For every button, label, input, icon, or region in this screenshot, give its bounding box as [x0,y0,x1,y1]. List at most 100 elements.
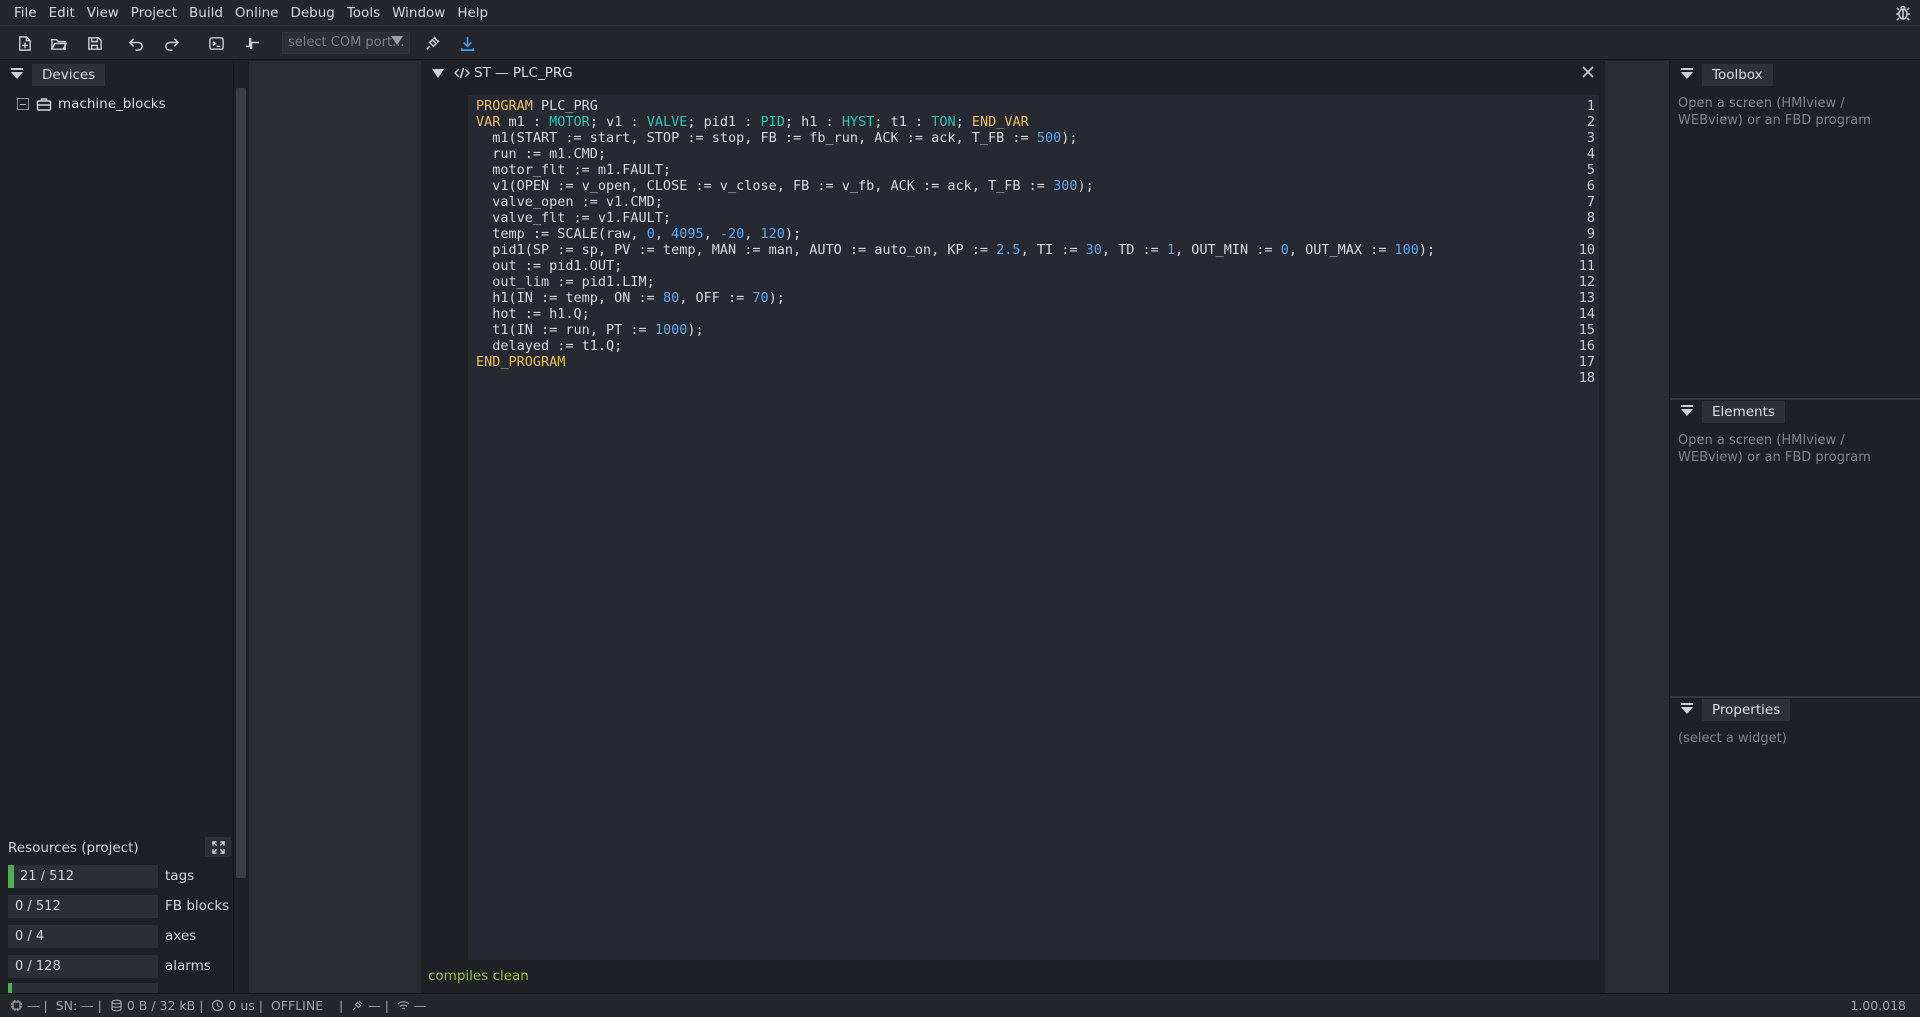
code-line[interactable]: pid1(SP := sp, PV := temp, MAN := man, A… [476,242,1435,258]
close-icon[interactable] [1581,65,1595,79]
redo-icon[interactable] [159,31,183,55]
menu-online[interactable]: Online [229,0,285,26]
properties-header: Properties [1670,698,1920,722]
devices-scrollbar[interactable] [236,88,246,878]
save-icon[interactable] [82,31,106,55]
collapse-icon[interactable] [1680,703,1694,717]
devices-header: Devices [0,63,106,87]
tree-item-machine-blocks[interactable]: machine_blocks [17,94,166,114]
editor-header: ST — PLC_PRG [421,63,573,83]
line-number: 1 [1586,98,1595,114]
resource-usage-bar [8,865,14,888]
line-number: 2 [1586,114,1595,130]
code-token: ); [1061,130,1078,146]
code-line[interactable]: END_PROGRAM [476,354,565,370]
st-editor-panel: ST — PLC_PRG compiles clean 1 2 3 4 5 6 7 8 9 10 1… [421,61,1605,993]
resource-label: alarms [165,958,211,974]
menu-debug[interactable]: Debug [284,0,340,26]
code-token: h1(IN := temp, ON := [476,290,663,306]
line-number-gutter [421,95,468,960]
status-memory-value: 0 B / 32 kB [126,998,196,1013]
menu-build[interactable]: Build [183,0,229,26]
code-token: ); [687,322,704,338]
menu-project[interactable]: Project [125,0,183,26]
resource-row-tags: 21 / 512 tags [0,865,234,889]
status-memory: 0 B / 32 kB [110,998,195,1013]
code-token: ; t1 : [874,114,932,130]
connect-plug-icon[interactable] [420,31,444,55]
code-line[interactable]: v1(OPEN := v_open, CLOSE := v_close, FB … [476,178,1093,194]
new-file-icon[interactable] [12,31,36,55]
code-line[interactable]: t1(IN := run, PT := 1000); [476,322,704,338]
signal-step-icon[interactable] [240,31,264,55]
code-line[interactable]: motor_flt := m1.FAULT; [476,162,671,178]
code-line[interactable]: out := pid1.OUT; [476,258,622,274]
workspace-background [1605,61,1669,993]
keyword-token: END_VAR [971,114,1029,130]
editor-title: ST — PLC_PRG [474,65,573,81]
collapse-icon[interactable] [10,68,24,82]
elements-tab[interactable]: Elements [1702,401,1785,423]
number-token: 30 [1085,242,1102,258]
bug-icon[interactable] [1894,4,1912,22]
code-token: , [703,226,720,242]
collapse-icon[interactable] [1680,68,1694,82]
code-line[interactable]: delayed := t1.Q; [476,338,622,354]
code-token: , TI := [1020,242,1086,258]
code-line[interactable]: PROGRAM PLC_PRG [476,98,598,114]
collapse-icon[interactable] [1680,405,1694,419]
line-number: 3 [1586,130,1595,146]
menu-file[interactable]: File [8,0,43,26]
expand-icon[interactable] [205,837,231,857]
code-token: ); [1418,242,1436,258]
code-token: ; pid1 : [687,114,761,130]
open-folder-icon[interactable] [46,31,70,55]
menu-tools[interactable]: Tools [341,0,386,26]
code-token: t1(IN := run, PT := [476,322,655,338]
code-line[interactable]: m1(START := start, STOP := stop, FB := f… [476,130,1077,146]
code-line[interactable]: h1(IN := temp, ON := 80, OFF := 70); [476,290,785,306]
code-line[interactable]: hot := h1.Q; [476,306,590,322]
code-line[interactable]: out_lim := pid1.LIM; [476,274,655,290]
line-number: 10 [1578,242,1595,258]
code-token: hot := h1.Q; [476,306,590,322]
plug-icon [351,999,364,1012]
properties-section: Properties (select a widget) [1670,698,1920,993]
code-line[interactable]: valve_open := v1.CMD; [476,194,663,210]
undo-icon[interactable] [124,31,148,55]
code-line[interactable]: VAR m1 : MOTOR; v1 : VALVE; pid1 : PID; … [476,114,1029,130]
type-token: VALVE [646,114,688,130]
resource-value: 0 / 128 [15,959,61,974]
number-token: 100 [1394,242,1419,258]
toolbox-section: Toolbox Open a screen (HMIview / WEBview… [1670,63,1920,398]
toolbox-tab[interactable]: Toolbox [1702,64,1773,86]
status-device-value: — [27,998,40,1013]
number-token: 500 [1036,130,1062,146]
download-icon[interactable] [455,31,479,55]
menu-window[interactable]: Window [386,0,451,26]
code-line[interactable]: valve_flt := v1.FAULT; [476,210,671,226]
code-token: out := pid1.OUT; [476,258,623,274]
status-signal: — [397,998,426,1013]
collapse-icon[interactable] [432,68,444,78]
number-token: 1 [1166,242,1176,258]
properties-tab[interactable]: Properties [1702,699,1791,721]
line-number: 17 [1578,354,1595,370]
line-number: 4 [1586,146,1595,162]
terminal-icon[interactable] [204,31,228,55]
com-port-select[interactable]: select COM port... [282,32,410,54]
menu-help[interactable]: Help [451,0,494,26]
compile-status: compiles clean [428,968,529,984]
menu-view[interactable]: View [81,0,125,26]
code-line[interactable]: run := m1.CMD; [476,146,606,162]
tree-collapse-icon[interactable] [17,98,29,110]
toolbar: select COM port... [0,26,1920,60]
menu-edit[interactable]: Edit [43,0,81,26]
resource-value-box: 0 / 512 [8,895,158,918]
code-line[interactable]: temp := SCALE(raw, 0, 4095, -20, 120); [476,226,801,242]
devices-tab[interactable]: Devices [32,64,106,86]
type-token: MOTOR [549,114,590,130]
number-token: 4095 [671,226,704,242]
status-sn: SN: — [55,998,94,1013]
code-token: v1(OPEN := v_open, CLOSE := v_close, FB … [476,178,1054,194]
